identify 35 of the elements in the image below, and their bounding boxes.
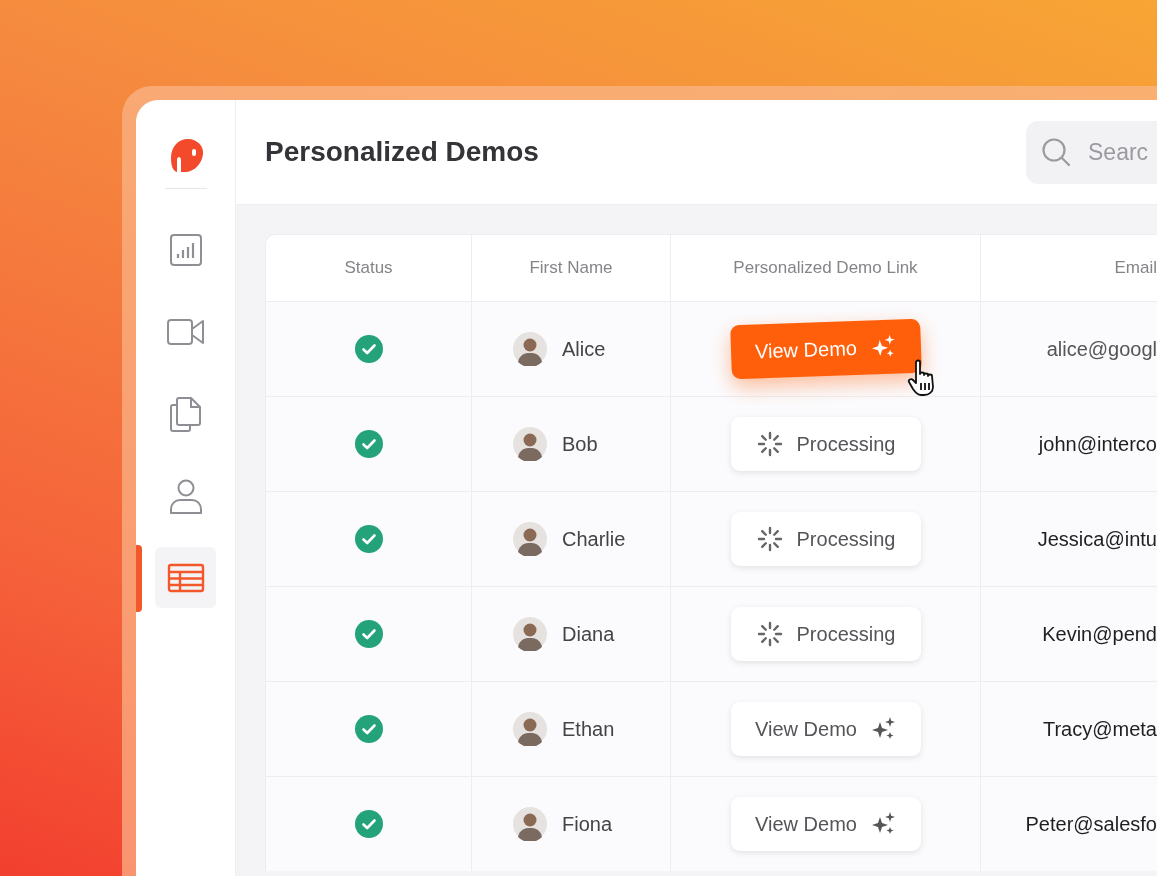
- first-name: Fiona: [562, 812, 613, 837]
- active-indicator: [136, 545, 142, 612]
- avatar: [513, 427, 547, 461]
- processing-button[interactable]: Processing: [731, 512, 921, 566]
- email: Jessica@intu: [1037, 527, 1157, 552]
- column-header: Email: [1114, 257, 1157, 280]
- avatar: [513, 617, 547, 651]
- first-name: Bob: [562, 432, 598, 457]
- first-name: Alice: [562, 337, 606, 362]
- avatar: [513, 712, 547, 746]
- avatar: [513, 332, 547, 366]
- spinner-icon: [756, 621, 783, 647]
- avatar: [513, 807, 547, 841]
- sidebar-item[interactable]: [155, 547, 216, 608]
- processing-button[interactable]: Processing: [731, 607, 921, 661]
- search-field[interactable]: Searc: [1026, 120, 1157, 184]
- page-title: Personalized Demos: [265, 135, 540, 169]
- search-icon: [1041, 136, 1071, 167]
- spinner-icon: [756, 431, 783, 457]
- column-header: Personalized Demo Link: [733, 257, 918, 280]
- first-name: Diana: [562, 622, 615, 647]
- first-name: Ethan: [562, 717, 615, 742]
- processing-button[interactable]: Processing: [731, 417, 921, 471]
- spinner-icon: [756, 526, 783, 552]
- first-name: Charlie: [562, 527, 626, 552]
- email: Peter@salesfo: [1025, 812, 1157, 837]
- column-header: First Name: [529, 257, 613, 280]
- view-demo-button[interactable]: View Demo: [731, 702, 921, 756]
- email: john@interco: [1038, 432, 1157, 457]
- view-demo-button[interactable]: View Demo: [731, 797, 921, 851]
- email: alice@googl: [1046, 337, 1157, 362]
- email: Kevin@pend: [1042, 622, 1157, 647]
- email: Tracy@meta: [1042, 717, 1157, 742]
- avatar: [513, 522, 547, 556]
- column-header: Status: [344, 257, 393, 280]
